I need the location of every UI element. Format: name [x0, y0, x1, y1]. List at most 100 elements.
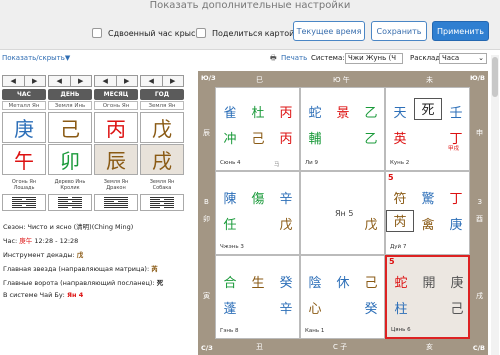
star-glyph: 英 — [393, 132, 407, 147]
hexagram-icon — [2, 194, 46, 211]
palace-label: Гэнь 8 — [220, 328, 239, 334]
show-advanced-settings-link[interactable]: Показать дополнительные настройки — [0, 0, 500, 11]
page-scrollbar[interactable] — [491, 55, 499, 355]
edge-label: 酉 — [476, 215, 483, 223]
palace-qian[interactable]: 5 蛇 開 庚 柱 己 Цянь 6 — [385, 255, 470, 339]
palace-gen[interactable]: 合 生 癸 蓬 辛 Гэнь 8 — [215, 255, 300, 339]
number-five-marker: 5 — [389, 257, 395, 266]
palace-zhen[interactable]: 陳 傷 辛 任 戊 Чжэнь 3 — [215, 171, 300, 255]
year-nav: ◀ ▶ — [140, 75, 184, 87]
hour-nav: ◀ ▶ — [2, 75, 46, 87]
palace-label: Чжэнь 3 — [220, 244, 244, 250]
chevron-down-icon: ⌄ — [478, 54, 484, 62]
star-glyph: 冲 — [223, 132, 237, 147]
palace-label: Цянь 6 — [391, 327, 411, 333]
palace-xun[interactable]: 雀 杜 丙 冲 己 丙 Сюнь 4 马 — [215, 87, 300, 171]
edge-label: 申 — [476, 129, 483, 137]
star-glyph: 蓬 — [223, 302, 237, 317]
star-glyph: 輔 — [308, 132, 322, 147]
print-link[interactable]: Печать — [281, 54, 307, 62]
element-label: Земля Ян — [140, 101, 184, 110]
chart-toolbar: Показать/скрыть▼ 🖶 Печать Система: Чжи Ж… — [0, 52, 500, 68]
edge-label: 寅 — [203, 292, 210, 300]
branch-row: 午 卯 辰 戌 — [2, 144, 186, 175]
element-label: Земля Инь — [48, 101, 92, 110]
palace-label: Сюнь 4 — [220, 160, 241, 166]
edge-label: 卯 — [203, 215, 210, 223]
earth-stem-glyph: 乙 — [364, 132, 378, 147]
star-glyph: 禽 — [421, 218, 435, 233]
edge-label: 丑 — [256, 343, 263, 351]
heaven-stem-glyph: 乙 — [364, 106, 378, 121]
corner-ne-label: С/В — [472, 344, 485, 352]
star-glyph: 柱 — [394, 302, 408, 317]
system-select[interactable]: Чжи Жунь (Ч — [345, 53, 403, 64]
deity-glyph: 雀 — [223, 106, 237, 121]
checkbox-box[interactable] — [92, 28, 102, 38]
month-nav: ◀ ▶ — [94, 75, 138, 87]
corner-se-label: Ю/В — [470, 74, 485, 82]
current-time-button[interactable]: Текущее время — [293, 21, 365, 41]
door-glyph: 開 — [422, 276, 436, 291]
door-glyph: 杜 — [251, 106, 265, 121]
earth-stem-glyph: 戊 — [364, 218, 378, 233]
horse-mark: 马 — [274, 162, 280, 168]
branch-desc: Земля Ян Дракон — [103, 178, 129, 191]
main-star-info: Главная звезда (направляющая матрица): 芮 — [3, 265, 158, 273]
palace-dui[interactable]: 5 符 驚 丁 芮 禽 庚 Дуй 7 — [385, 171, 470, 255]
show-hide-link[interactable]: Показать/скрыть▼ — [2, 54, 70, 62]
branch-glyph: 辰 — [94, 144, 138, 175]
scrollbar-thumb[interactable] — [492, 57, 498, 97]
stem-row: 庚 己 丙 戊 — [2, 112, 186, 143]
palace-kan[interactable]: 陰 休 己 心 癸 Кань 1 — [300, 255, 385, 339]
palace-li[interactable]: 蛇 景 乙 輔 乙 Ли 9 — [300, 87, 385, 171]
print-icon[interactable]: 🖶 — [270, 54, 277, 65]
hexagram-icon — [140, 194, 184, 211]
earth-stem-glyph: 丙 — [279, 132, 293, 147]
prev-arrow-icon[interactable]: ◀ — [140, 75, 163, 87]
earth-stem-glyph: 戊 — [279, 218, 293, 233]
prev-arrow-icon[interactable]: ◀ — [2, 75, 25, 87]
branch-descriptions: Огонь Ян Лошадь Дерево Инь Кролик Земля … — [2, 176, 186, 193]
branch-desc: Огонь Ян Лошадь — [11, 178, 37, 191]
share-chart-label: Поделиться картой — [212, 28, 295, 38]
chaibu-info: В системе Чай Бу: Ян 4 — [3, 291, 84, 299]
next-arrow-icon[interactable]: ▶ — [162, 75, 184, 87]
palace-kun[interactable]: 天 死 壬 英 丁 甲戌 Кунь 2 — [385, 87, 470, 171]
layout-label: Расклад: — [410, 54, 443, 62]
edge-label: Ю 午 — [333, 76, 350, 84]
palace-center[interactable]: Ян 5 戊 — [300, 171, 385, 255]
settings-bar: Показать дополнительные настройки Сдвоен… — [0, 0, 500, 50]
earth-stem-glyph: 辛 — [279, 302, 293, 317]
deity-glyph: 蛇 — [394, 276, 408, 291]
hour-info: Час: 庚午 12:28 - 12:28 — [3, 237, 79, 245]
hidden-stem-glyph: 己 — [251, 132, 265, 147]
double-rat-hour-label: Сдвоенный час крысы — [108, 28, 202, 38]
layout-select[interactable]: Часа ⌄ — [439, 53, 487, 64]
apply-button[interactable]: Применить — [432, 21, 489, 41]
element-label: Огонь Ян — [94, 101, 138, 110]
next-arrow-icon[interactable]: ▶ — [70, 75, 92, 87]
next-arrow-icon[interactable]: ▶ — [24, 75, 46, 87]
prev-arrow-icon[interactable]: ◀ — [48, 75, 71, 87]
door-glyph: 死 — [414, 98, 442, 120]
star-glyph: 任 — [223, 218, 237, 233]
edge-label: В — [204, 198, 209, 206]
share-chart-checkbox[interactable]: Поделиться картой — [196, 26, 294, 40]
hexagram-icon — [48, 194, 92, 211]
save-button[interactable]: Сохранить — [371, 21, 427, 41]
branch-desc: Дерево Инь Кролик — [54, 178, 86, 191]
prev-arrow-icon[interactable]: ◀ — [94, 75, 117, 87]
hexagram-icon — [94, 194, 138, 211]
stem-glyph: 己 — [48, 112, 92, 143]
edge-label: З — [477, 198, 483, 206]
double-rat-hour-checkbox[interactable]: Сдвоенный час крысы — [92, 26, 202, 40]
palace-label: Кань 1 — [305, 328, 325, 334]
day-nav: ◀ ▶ — [48, 75, 92, 87]
door-glyph: 驚 — [421, 192, 435, 207]
next-arrow-icon[interactable]: ▶ — [116, 75, 138, 87]
checkbox-box[interactable] — [196, 28, 206, 38]
deity-glyph: 符 — [393, 192, 407, 207]
palace-label: Дуй 7 — [390, 244, 407, 250]
earth-stem-glyph: 癸 — [364, 302, 378, 317]
